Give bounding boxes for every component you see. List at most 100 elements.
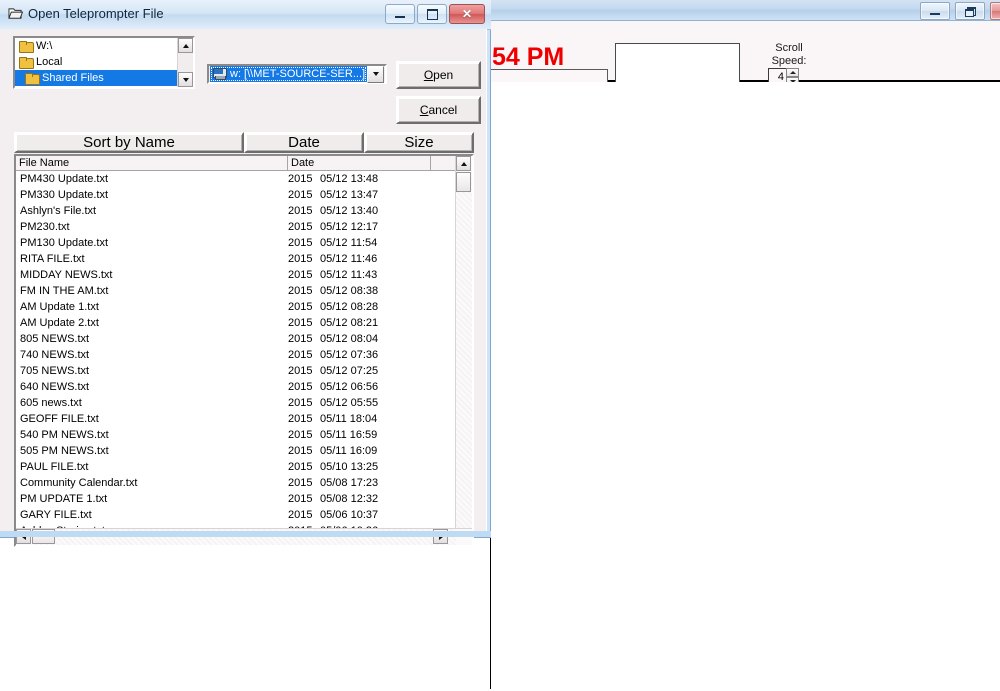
drive-select-combobox[interactable]: w: [\\MET-SOURCE-SER...] <box>207 64 387 84</box>
file-date-cell: 2015 05/11 18:04 <box>288 413 378 425</box>
column-header-date[interactable]: Date <box>288 156 431 170</box>
drive-select-dropdown-button[interactable] <box>367 65 384 83</box>
file-name-cell: AM Update 2.txt <box>20 317 99 329</box>
file-list-row[interactable]: AM Update 2.txt 2015 05/12 08:21 <box>16 315 456 331</box>
file-list-row[interactable]: PAUL FILE.txt 2015 05/10 13:25 <box>16 459 456 475</box>
file-date-cell: 2015 05/11 16:09 <box>288 445 378 457</box>
open-file-dialog: Open Teleprompter File ✕ W:\ Local Share… <box>0 0 491 547</box>
file-date-cell: 2015 05/12 08:04 <box>288 333 379 345</box>
file-list-row[interactable]: 505 PM NEWS.txt 2015 05/11 16:09 <box>16 443 456 459</box>
folder-tree-listbox[interactable]: W:\ Local Shared Files <box>13 36 195 89</box>
folder-icon <box>19 56 34 69</box>
file-name-cell: RITA FILE.txt <box>20 253 85 265</box>
file-name-cell: 705 NEWS.txt <box>20 365 90 377</box>
file-date-cell: 2015 05/12 08:28 <box>288 301 379 313</box>
cancel-button[interactable]: Cancel <box>396 96 481 124</box>
open-button-label: Open <box>423 68 454 82</box>
vscroll-up-button[interactable] <box>456 156 471 171</box>
restore-icon <box>956 3 984 19</box>
dialog-maximize-button[interactable] <box>417 4 447 24</box>
open-button[interactable]: Open <box>396 61 481 89</box>
teleprompter-document-area[interactable] <box>490 82 999 689</box>
file-list-row[interactable]: 805 NEWS.txt 2015 05/12 08:04 <box>16 331 456 347</box>
file-name-cell: 505 PM NEWS.txt <box>20 445 109 457</box>
file-list-row[interactable]: 705 NEWS.txt 2015 05/12 07:25 <box>16 363 456 379</box>
file-list-row[interactable]: RITA FILE.txt 2015 05/12 11:46 <box>16 251 456 267</box>
file-name-cell: PM130 Update.txt <box>20 237 109 249</box>
folder-tree-item-root[interactable]: W:\ <box>15 38 193 54</box>
file-list-row[interactable]: FM IN THE AM.txt 2015 05/12 08:38 <box>16 283 456 299</box>
file-name-cell: MIDDAY NEWS.txt <box>20 269 113 281</box>
file-list[interactable]: File Name Date PM430 Update.txt 2015 05/12… <box>14 154 474 547</box>
file-list-row[interactable]: GEOFF FILE.txt 2015 05/11 18:04 <box>16 411 456 427</box>
file-date-cell: 2015 05/12 12:17 <box>288 221 379 233</box>
file-name-cell: GEOFF FILE.txt <box>20 413 99 425</box>
file-date-cell: 2015 05/08 17:23 <box>288 477 379 489</box>
drive-select-value: w: [\\MET-SOURCE-SER...] <box>230 68 366 80</box>
vscroll-thumb[interactable] <box>456 172 471 192</box>
dialog-title: Open Teleprompter File <box>28 6 164 21</box>
dialog-titlebar[interactable]: Open Teleprompter File ✕ <box>0 0 491 30</box>
file-list-row[interactable]: 540 PM NEWS.txt 2015 05/11 16:59 <box>16 427 456 443</box>
column-header-blank[interactable] <box>431 156 457 170</box>
folder-open-icon <box>25 72 40 85</box>
file-list-row[interactable]: AM Update 1.txt 2015 05/12 08:28 <box>16 299 456 315</box>
timer-text-field[interactable] <box>615 43 740 84</box>
file-name-cell: 540 PM NEWS.txt <box>20 429 109 441</box>
folder-tree-item-label: Shared Files <box>42 72 104 84</box>
scroll-speed-label: Scroll Speed: <box>771 42 807 67</box>
sort-by-size-button[interactable]: Size <box>364 132 474 153</box>
file-list-row[interactable]: Ashlyn's File.txt 2015 05/12 13:40 <box>16 203 456 219</box>
close-icon: ✕ <box>991 3 1000 19</box>
folder-tree-scrollbar[interactable] <box>177 38 193 87</box>
file-name-cell: PAUL FILE.txt <box>20 461 89 473</box>
sort-by-date-button[interactable]: Date <box>244 132 364 153</box>
file-date-cell: 2015 05/12 13:47 <box>288 189 379 201</box>
dialog-body: W:\ Local Shared Files w: [\\MET-SOURCE-… <box>0 29 487 547</box>
file-name-cell: 805 NEWS.txt <box>20 333 90 345</box>
file-date-cell: 2015 05/12 07:36 <box>288 349 379 361</box>
file-date-cell: 2015 05/12 13:40 <box>288 205 379 217</box>
dialog-bottom-edge <box>0 531 491 537</box>
network-drive-icon <box>212 68 227 80</box>
file-list-row[interactable]: MIDDAY NEWS.txt 2015 05/12 11:43 <box>16 267 456 283</box>
file-list-rows[interactable]: PM430 Update.txt 2015 05/12 13:48 PM330 Upd… <box>16 171 456 533</box>
dialog-minimize-button[interactable] <box>385 4 415 24</box>
folder-tree-scroll-up-button[interactable] <box>178 38 193 53</box>
chevron-up-icon <box>182 43 189 48</box>
file-list-row[interactable]: PM330 Update.txt 2015 05/12 13:47 <box>16 187 456 203</box>
sort-by-name-button[interactable]: Sort by Name <box>14 132 244 153</box>
file-name-cell: 740 NEWS.txt <box>20 349 90 361</box>
file-list-row[interactable]: 640 NEWS.txt 2015 05/12 06:56 <box>16 379 456 395</box>
file-date-cell: 2015 05/12 13:48 <box>288 173 379 185</box>
file-list-row[interactable]: PM130 Update.txt 2015 05/12 11:54 <box>16 235 456 251</box>
scroll-speed-increment-button[interactable] <box>786 68 799 77</box>
folder-tree-scroll-down-button[interactable] <box>178 72 193 87</box>
file-list-row[interactable]: PM230.txt 2015 05/12 12:17 <box>16 219 456 235</box>
file-list-row[interactable]: PM430 Update.txt 2015 05/12 13:48 <box>16 171 456 187</box>
column-header-file-name[interactable]: File Name <box>16 156 288 170</box>
file-list-vertical-scrollbar[interactable] <box>455 156 472 545</box>
file-date-cell: 2015 05/06 10:37 <box>288 509 379 521</box>
file-list-row[interactable]: PM UPDATE 1.txt 2015 05/08 12:32 <box>16 491 456 507</box>
file-name-cell: 605 news.txt <box>20 397 82 409</box>
drive-select-value-row[interactable]: w: [\\MET-SOURCE-SER...] <box>210 66 367 82</box>
cancel-button-label: Cancel <box>419 103 458 117</box>
main-minimize-button[interactable] <box>920 2 950 20</box>
main-restore-button[interactable] <box>955 2 985 20</box>
file-name-cell: Ashlyn's File.txt <box>20 205 97 217</box>
folder-tree-item-local[interactable]: Local <box>15 54 193 70</box>
main-close-button[interactable]: ✕ <box>990 2 1000 20</box>
file-date-cell: 2015 05/12 11:43 <box>288 269 378 281</box>
file-date-cell: 2015 05/12 08:21 <box>288 317 379 329</box>
file-list-row[interactable]: Community Calendar.txt 2015 05/08 17:23 <box>16 475 456 491</box>
vscroll-track[interactable] <box>456 172 472 529</box>
file-list-row[interactable]: 605 news.txt 2015 05/12 05:55 <box>16 395 456 411</box>
file-date-cell: 2015 05/10 13:25 <box>288 461 379 473</box>
file-date-cell: 2015 05/12 08:38 <box>288 285 379 297</box>
folder-tree-item-shared-files[interactable]: Shared Files <box>15 70 193 86</box>
file-name-cell: FM IN THE AM.txt <box>20 285 109 297</box>
dialog-close-button[interactable]: ✕ <box>449 4 485 24</box>
file-list-row[interactable]: GARY FILE.txt 2015 05/06 10:37 <box>16 507 456 523</box>
file-list-row[interactable]: 740 NEWS.txt 2015 05/12 07:36 <box>16 347 456 363</box>
